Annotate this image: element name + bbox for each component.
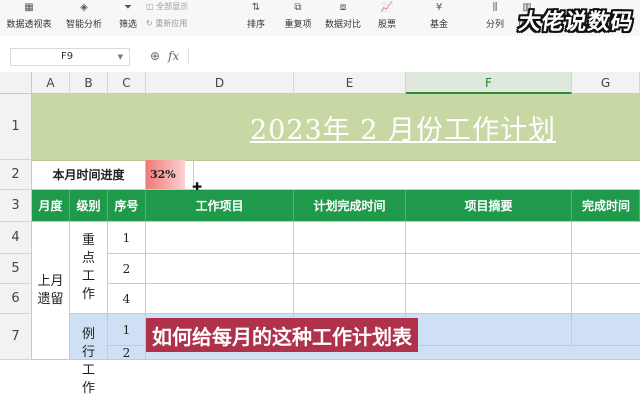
sort-icon: ⇅ <box>251 2 261 13</box>
level-routine-cell[interactable]: 例行工作 <box>70 314 108 396</box>
work-item-cell[interactable] <box>146 284 294 314</box>
summary-cell[interactable] <box>406 254 572 284</box>
summary-cell[interactable] <box>406 284 572 314</box>
plan-time-cell[interactable] <box>294 284 406 314</box>
header-work-item[interactable]: 工作项目 <box>146 190 294 222</box>
row-header-4[interactable]: 4 <box>0 222 32 254</box>
column-header-f[interactable]: F <box>406 72 572 94</box>
chevron-down-icon: ▼ <box>117 53 123 61</box>
seq-cell[interactable]: 4 <box>108 284 146 314</box>
pivot-table-button[interactable]: ▦ 数据透视表 <box>6 0 52 36</box>
row-header-5[interactable]: 5 <box>0 254 32 284</box>
reapply-button[interactable]: ↻ 重新应用 <box>146 18 187 29</box>
column-header-b[interactable]: B <box>70 72 108 94</box>
row-header-2[interactable]: 2 <box>0 160 32 190</box>
summary-cell[interactable] <box>406 314 572 346</box>
header-plan-time[interactable]: 计划完成时间 <box>294 190 406 222</box>
header-seq[interactable]: 序号 <box>108 190 146 222</box>
done-time-cell[interactable] <box>572 284 640 314</box>
zoom-icon[interactable]: ⊕ <box>150 49 160 63</box>
plan-time-cell[interactable] <box>294 254 406 284</box>
sort-button[interactable]: ⇅ 排序 <box>240 0 272 36</box>
row2-empty-cell[interactable] <box>194 160 640 190</box>
column-headers: A B C D E F G <box>0 72 640 94</box>
split-icon: ⫼ <box>492 2 498 13</box>
row-header-3[interactable]: 3 <box>0 190 32 222</box>
work-item-cell[interactable] <box>146 222 294 254</box>
row-header-6[interactable]: 6 <box>0 284 32 314</box>
formula-input[interactable] <box>188 48 639 64</box>
cell-reference: F9 <box>61 51 74 62</box>
stock-icon: 📈 <box>380 2 394 13</box>
fx-icon[interactable]: fx <box>168 49 179 63</box>
filter-icon: ⏷ <box>124 2 132 13</box>
level-key-cell[interactable]: 重点工作 <box>70 222 108 314</box>
header-level[interactable]: 级别 <box>70 190 108 222</box>
done-time-cell[interactable] <box>572 254 640 284</box>
summary-cell[interactable] <box>406 222 572 254</box>
month-cell[interactable]: 上月遗留 <box>32 222 70 360</box>
header-summary[interactable]: 项目摘要 <box>406 190 572 222</box>
done-time-cell[interactable] <box>572 314 640 346</box>
show-all-button[interactable]: ◫ 全部显示 <box>146 1 188 12</box>
seq-cell[interactable]: 1 <box>108 314 146 346</box>
split-column-button[interactable]: ⫼ 分列 <box>482 0 508 36</box>
column-header-e[interactable]: E <box>294 72 406 94</box>
fund-button[interactable]: ¥ 基金 <box>426 0 452 36</box>
duplicate-icon: ⧉ <box>294 2 302 13</box>
done-time-cell[interactable] <box>572 222 640 254</box>
column-header-a[interactable]: A <box>32 72 70 94</box>
data-compare-button[interactable]: ⧈ 数据对比 <box>322 0 364 36</box>
fund-icon: ¥ <box>435 2 443 13</box>
duplicates-button[interactable]: ⧉ 重复项 <box>280 0 316 36</box>
header-month[interactable]: 月度 <box>32 190 70 222</box>
header-done-time[interactable]: 完成时间 <box>572 190 640 222</box>
sheet-title: 2023年 2 月份工作计划 <box>250 115 557 146</box>
seq-cell[interactable]: 1 <box>108 222 146 254</box>
column-header-c[interactable]: C <box>108 72 146 94</box>
pivot-icon: ▦ <box>24 2 34 13</box>
progress-label-cell[interactable]: 本月时间进度 <box>32 160 146 190</box>
name-box[interactable]: F9 ▼ <box>10 48 130 66</box>
column-header-d[interactable]: D <box>146 72 294 94</box>
video-subtitle: 如何给每月的这种工作计划表 <box>146 318 418 352</box>
smart-analysis-icon: ◈ <box>80 2 88 13</box>
plan-time-cell[interactable] <box>294 222 406 254</box>
row-header-1[interactable]: 1 <box>0 94 32 160</box>
row-header-7[interactable]: 7 <box>0 314 32 360</box>
filter-button[interactable]: ⏷ 筛选 <box>114 0 142 36</box>
progress-value: 32% <box>150 168 176 181</box>
seq-cell[interactable]: 2 <box>108 346 146 360</box>
reapply-icon: ↻ <box>146 19 156 28</box>
seq-cell[interactable]: 2 <box>108 254 146 284</box>
formula-bar: F9 ▼ ⊕ fx <box>0 36 640 73</box>
show-all-icon: ◫ <box>146 2 157 11</box>
channel-logo: 大佬说数码 <box>516 10 636 35</box>
compare-icon: ⧈ <box>339 2 347 13</box>
ribbon-toolbar: ▦ 数据透视表 ◈ 智能分析 ⏷ 筛选 ◫ 全部显示 ↻ 重新应用 ⇅ 排序 ⧉… <box>0 0 640 37</box>
stock-button[interactable]: 📈 股票 <box>374 0 400 36</box>
smart-analysis-button[interactable]: ◈ 智能分析 <box>64 0 104 36</box>
progress-value-cell[interactable]: 32% <box>146 160 194 190</box>
work-item-cell[interactable] <box>146 254 294 284</box>
column-header-g[interactable]: G <box>572 72 640 94</box>
